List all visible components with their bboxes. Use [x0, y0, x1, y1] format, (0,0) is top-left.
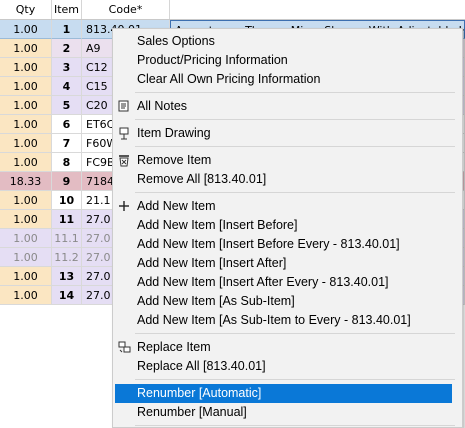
column-header-code[interactable]: Code*: [82, 0, 170, 19]
menu-item-label: Add New Item [Insert After]: [137, 256, 287, 270]
qty-cell[interactable]: 1.00: [0, 20, 52, 39]
menu-item-item-drawing[interactable]: Item Drawing: [113, 124, 462, 143]
menu-separator: [135, 146, 455, 147]
qty-cell[interactable]: 1.00: [0, 77, 52, 96]
drawing-icon: [118, 127, 132, 141]
menu-item-label: Sales Options: [137, 34, 215, 48]
item-number-cell[interactable]: 11: [52, 210, 82, 229]
menu-item-label: Product/Pricing Information: [137, 53, 288, 67]
menu-item-all-notes[interactable]: All Notes: [113, 97, 462, 116]
menu-item-label: Replace All [813.40.01]: [137, 359, 266, 373]
menu-item-add-new-item-as-sub-item-to-every-813-40-01[interactable]: Add New Item [As Sub-Item to Every - 813…: [113, 311, 462, 330]
menu-item-label: Add New Item [As Sub-Item]: [137, 294, 295, 308]
qty-cell[interactable]: 1.00: [0, 96, 52, 115]
menu-separator: [135, 192, 455, 193]
item-number-cell[interactable]: 9: [52, 172, 82, 191]
item-number-cell[interactable]: 8: [52, 153, 82, 172]
menu-item-label: Add New Item [Insert After Every - 813.4…: [137, 275, 389, 289]
item-number-cell[interactable]: 6: [52, 115, 82, 134]
menu-separator: [135, 379, 455, 380]
qty-cell[interactable]: 1.00: [0, 134, 52, 153]
qty-cell[interactable]: 1.00: [0, 58, 52, 77]
qty-cell[interactable]: 1.00: [0, 210, 52, 229]
menu-item-label: Add New Item [Insert Before Every - 813.…: [137, 237, 400, 251]
menu-item-label: Item Drawing: [137, 126, 211, 140]
qty-cell[interactable]: 18.33: [0, 172, 52, 191]
context-menu: Sales Options Product/Pricing Information…: [112, 28, 463, 428]
notes-icon: [118, 100, 132, 114]
remove-icon: [118, 154, 132, 168]
plus-icon: [118, 200, 132, 214]
qty-cell[interactable]: 1.00: [0, 39, 52, 58]
menu-separator: [135, 119, 455, 120]
menu-item-product-pricing-information[interactable]: Product/Pricing Information: [113, 51, 462, 70]
item-number-cell[interactable]: 3: [52, 58, 82, 77]
item-number-cell[interactable]: 11.1: [52, 229, 82, 248]
menu-item-label: Remove All [813.40.01]: [137, 172, 267, 186]
item-number-cell[interactable]: 1: [52, 20, 82, 39]
menu-item-label: Replace Item: [137, 340, 211, 354]
menu-item-remove-item[interactable]: Remove Item: [113, 151, 462, 170]
menu-item-label: Clear All Own Pricing Information: [137, 72, 321, 86]
menu-separator: [135, 333, 455, 334]
column-header-qty[interactable]: Qty: [0, 0, 52, 19]
menu-item-label: Add New Item [Insert Before]: [137, 218, 298, 232]
qty-cell[interactable]: 1.00: [0, 153, 52, 172]
qty-cell[interactable]: 1.00: [0, 229, 52, 248]
menu-item-sales-options[interactable]: Sales Options: [113, 32, 462, 51]
qty-cell[interactable]: 1.00: [0, 191, 52, 210]
menu-item-add-new-item-insert-before-every-813-40-01[interactable]: Add New Item [Insert Before Every - 813.…: [113, 235, 462, 254]
menu-item-replace-item[interactable]: Replace Item: [113, 338, 462, 357]
grid-header: Qty Item Code*: [0, 0, 465, 20]
menu-item-label: Renumber [Automatic]: [137, 386, 262, 400]
menu-item-label: Remove Item: [137, 153, 212, 167]
item-number-cell[interactable]: 2: [52, 39, 82, 58]
item-number-cell[interactable]: 5: [52, 96, 82, 115]
menu-item-add-new-item-insert-after[interactable]: Add New Item [Insert After]: [113, 254, 462, 273]
menu-item-renumber-manual[interactable]: Renumber [Manual]: [113, 403, 462, 422]
qty-cell[interactable]: 1.00: [0, 248, 52, 267]
menu-item-add-new-item[interactable]: Add New Item: [113, 197, 462, 216]
item-number-cell[interactable]: 14: [52, 286, 82, 305]
menu-item-add-new-item-as-sub-item[interactable]: Add New Item [As Sub-Item]: [113, 292, 462, 311]
replace-icon: [118, 341, 132, 355]
menu-item-replace-all-813-40-01[interactable]: Replace All [813.40.01]: [113, 357, 462, 376]
item-number-cell[interactable]: 10: [52, 191, 82, 210]
qty-cell[interactable]: 1.00: [0, 267, 52, 286]
menu-item-clear-all-own-pricing-information[interactable]: Clear All Own Pricing Information: [113, 70, 462, 89]
column-header-item[interactable]: Item: [52, 0, 82, 19]
menu-item-label: Add New Item: [137, 199, 216, 213]
menu-item-add-new-item-insert-before[interactable]: Add New Item [Insert Before]: [113, 216, 462, 235]
menu-item-label: Add New Item [As Sub-Item to Every - 813…: [137, 313, 411, 327]
menu-item-remove-all-813-40-01[interactable]: Remove All [813.40.01]: [113, 170, 462, 189]
menu-item-label: All Notes: [137, 99, 188, 113]
menu-item-add-new-item-insert-after-every-813-40-01[interactable]: Add New Item [Insert After Every - 813.4…: [113, 273, 462, 292]
item-number-cell[interactable]: 7: [52, 134, 82, 153]
menu-separator: [135, 92, 455, 93]
qty-cell[interactable]: 1.00: [0, 286, 52, 305]
item-number-cell[interactable]: 4: [52, 77, 82, 96]
menu-item-renumber-automatic[interactable]: Renumber [Automatic]: [115, 384, 452, 403]
menu-item-label: Renumber [Manual]: [137, 405, 247, 419]
qty-cell[interactable]: 1.00: [0, 115, 52, 134]
item-number-cell[interactable]: 11.2: [52, 248, 82, 267]
item-number-cell[interactable]: 13: [52, 267, 82, 286]
